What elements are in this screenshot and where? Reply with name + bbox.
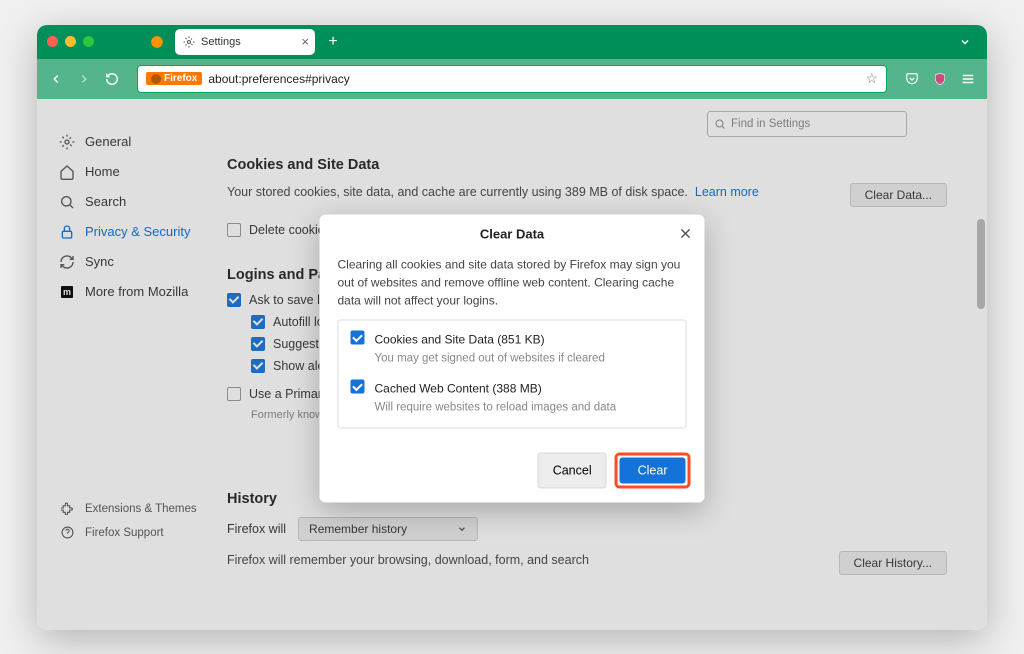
- mozilla-icon: m: [59, 284, 75, 300]
- help-icon: [59, 525, 75, 541]
- shield-icon[interactable]: [933, 72, 947, 86]
- gear-icon: [183, 36, 195, 48]
- cookies-option-sub: You may get signed out of websites if cl…: [375, 351, 605, 368]
- modal-options-panel: Cookies and Site Data (851 KB) You may g…: [338, 320, 687, 429]
- history-prefix: Firefox will: [227, 522, 286, 536]
- home-icon: [59, 164, 75, 180]
- ask-save-logins-checkbox[interactable]: [227, 293, 241, 307]
- settings-sidebar: General Home Search Privacy & Security S…: [37, 117, 217, 630]
- sidebar-item-extensions[interactable]: Extensions & Themes: [55, 497, 217, 521]
- cache-option-title: Cached Web Content (388 MB): [375, 380, 617, 398]
- sidebar-item-label: General: [85, 134, 131, 149]
- sidebar-item-search[interactable]: Search: [55, 187, 217, 217]
- tab-settings[interactable]: Settings ×: [175, 29, 315, 55]
- cookies-site-data-checkbox[interactable]: [351, 331, 365, 345]
- history-mode-select[interactable]: Remember history: [298, 517, 478, 541]
- sidebar-item-home[interactable]: Home: [55, 157, 217, 187]
- content-area: General Home Search Privacy & Security S…: [37, 99, 987, 630]
- cancel-button[interactable]: Cancel: [538, 452, 607, 488]
- sidebar-item-privacy[interactable]: Privacy & Security: [55, 217, 217, 247]
- cookies-option-title: Cookies and Site Data (851 KB): [375, 331, 605, 349]
- primary-password-checkbox[interactable]: [227, 387, 241, 401]
- sidebar-item-label: Home: [85, 164, 120, 179]
- cookies-heading: Cookies and Site Data: [227, 157, 947, 173]
- search-icon: [59, 194, 75, 210]
- app-menu-icon[interactable]: [961, 72, 975, 86]
- alerts-checkbox[interactable]: [251, 359, 265, 373]
- modal-close-button[interactable]: [679, 227, 693, 241]
- clear-button-highlight: Clear: [615, 452, 691, 488]
- toolbar: Firefox about:preferences#privacy ☆: [37, 59, 987, 99]
- close-icon: [679, 227, 693, 241]
- search-icon: [714, 118, 726, 130]
- delete-cookies-checkbox[interactable]: [227, 223, 241, 237]
- bookmark-star-icon[interactable]: ☆: [865, 70, 878, 87]
- scrollbar-thumb[interactable]: [977, 219, 985, 309]
- cached-content-checkbox[interactable]: [351, 380, 365, 394]
- firefox-badge: Firefox: [146, 72, 202, 85]
- new-tab-button[interactable]: +: [321, 33, 345, 51]
- search-placeholder: Find in Settings: [731, 118, 810, 130]
- save-to-pocket-icon[interactable]: [905, 72, 919, 86]
- cookies-body: Your stored cookies, site data, and cach…: [227, 185, 688, 199]
- clear-button[interactable]: Clear: [620, 457, 686, 483]
- sync-icon: [59, 254, 75, 270]
- autofill-checkbox[interactable]: [251, 315, 265, 329]
- sidebar-item-label: More from Mozilla: [85, 284, 188, 299]
- browser-window: Settings × + Firefox about:preferences#p…: [37, 25, 987, 630]
- tab-label: Settings: [201, 36, 241, 48]
- chevron-down-icon: [457, 524, 467, 534]
- tabs-dropdown-icon[interactable]: [959, 36, 971, 48]
- clear-data-button[interactable]: Clear Data...: [850, 183, 947, 207]
- learn-more-link[interactable]: Learn more: [695, 185, 759, 199]
- cache-option-sub: Will require websites to reload images a…: [375, 400, 617, 417]
- gear-icon: [59, 134, 75, 150]
- sidebar-item-label: Firefox Support: [85, 527, 164, 539]
- suggest-checkbox[interactable]: [251, 337, 265, 351]
- url-text: about:preferences#privacy: [208, 72, 349, 86]
- reload-button[interactable]: [105, 72, 119, 86]
- forward-button[interactable]: [77, 72, 91, 86]
- sidebar-item-label: Extensions & Themes: [85, 503, 197, 515]
- lock-icon: [59, 224, 75, 240]
- sidebar-item-mozilla[interactable]: m More from Mozilla: [55, 277, 217, 307]
- history-desc: Firefox will remember your browsing, dow…: [227, 551, 819, 570]
- puzzle-icon: [59, 501, 75, 517]
- minimize-window-button[interactable]: [65, 36, 76, 47]
- modal-title: Clear Data: [480, 227, 544, 242]
- clear-data-modal: Clear Data Clearing all cookies and site…: [320, 215, 705, 503]
- back-button[interactable]: [49, 72, 63, 86]
- history-select-value: Remember history: [309, 522, 407, 536]
- sidebar-item-support[interactable]: Firefox Support: [55, 521, 217, 545]
- window-controls: [47, 36, 94, 47]
- maximize-window-button[interactable]: [83, 36, 94, 47]
- tab-close-button[interactable]: ×: [301, 34, 309, 49]
- sidebar-item-sync[interactable]: Sync: [55, 247, 217, 277]
- sidebar-item-label: Privacy & Security: [85, 224, 190, 239]
- url-bar[interactable]: Firefox about:preferences#privacy ☆: [137, 65, 887, 93]
- modal-description: Clearing all cookies and site data store…: [338, 256, 687, 310]
- sidebar-item-label: Sync: [85, 254, 114, 269]
- clear-history-button[interactable]: Clear History...: [839, 551, 947, 575]
- titlebar: Settings × +: [37, 25, 987, 59]
- find-in-settings-input[interactable]: Find in Settings: [707, 111, 907, 137]
- sidebar-item-general[interactable]: General: [55, 127, 217, 157]
- firefox-home-icon[interactable]: [145, 30, 169, 54]
- sidebar-item-label: Search: [85, 194, 126, 209]
- close-window-button[interactable]: [47, 36, 58, 47]
